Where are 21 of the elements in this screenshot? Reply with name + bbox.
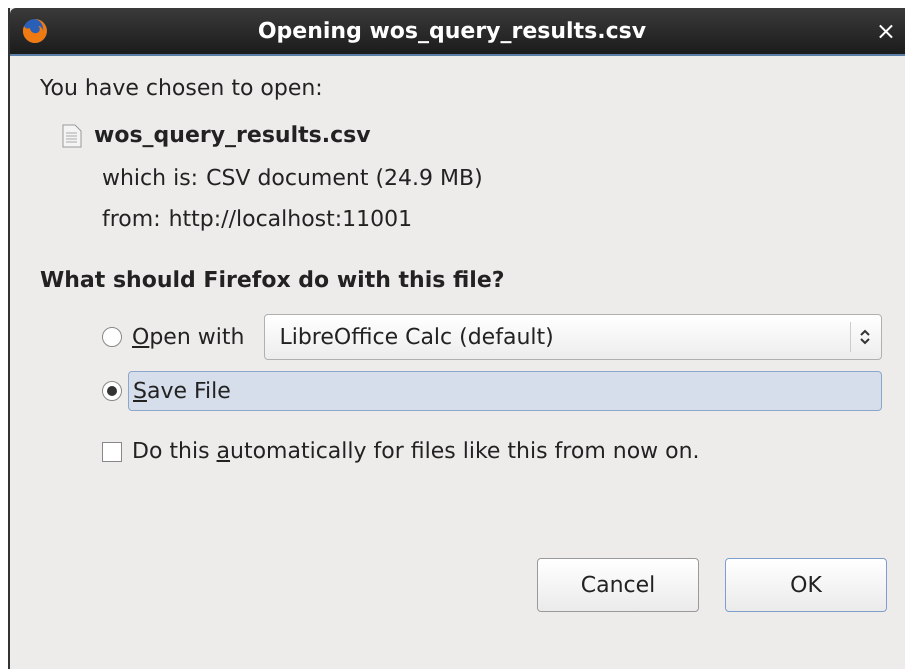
intro-text: You have chosen to open: [40,75,324,103]
checkbox-label[interactable]: Do this automatically for files like this from now on. [132,435,700,468]
checkbox[interactable] [102,442,122,462]
dialog-button[interactable]: Cancel [537,558,699,612]
from-label: from: [102,206,161,234]
option-label[interactable]: Save File [128,371,882,411]
close-button[interactable]: × [876,19,896,43]
radio-button[interactable] [102,381,122,401]
window-title: Opening wos_query_results.csv [256,18,648,46]
file-type: CSV document (24.9 MB) [206,165,483,193]
question-heading: What should Firefox do with this file? [40,267,506,295]
document-icon [62,124,82,148]
file-name: wos_query_results.csv [94,122,371,150]
radio-button[interactable] [102,327,122,347]
type-label: which is: [102,165,198,193]
source-url: http://localhost:11001 [168,206,412,234]
application-dropdown[interactable]: LibreOffice Calc (default) [264,314,882,360]
dialog-button[interactable]: OK [725,558,887,612]
option-label[interactable]: Open with [128,320,248,354]
stepper-icon [859,328,871,346]
firefox-icon [22,18,48,44]
